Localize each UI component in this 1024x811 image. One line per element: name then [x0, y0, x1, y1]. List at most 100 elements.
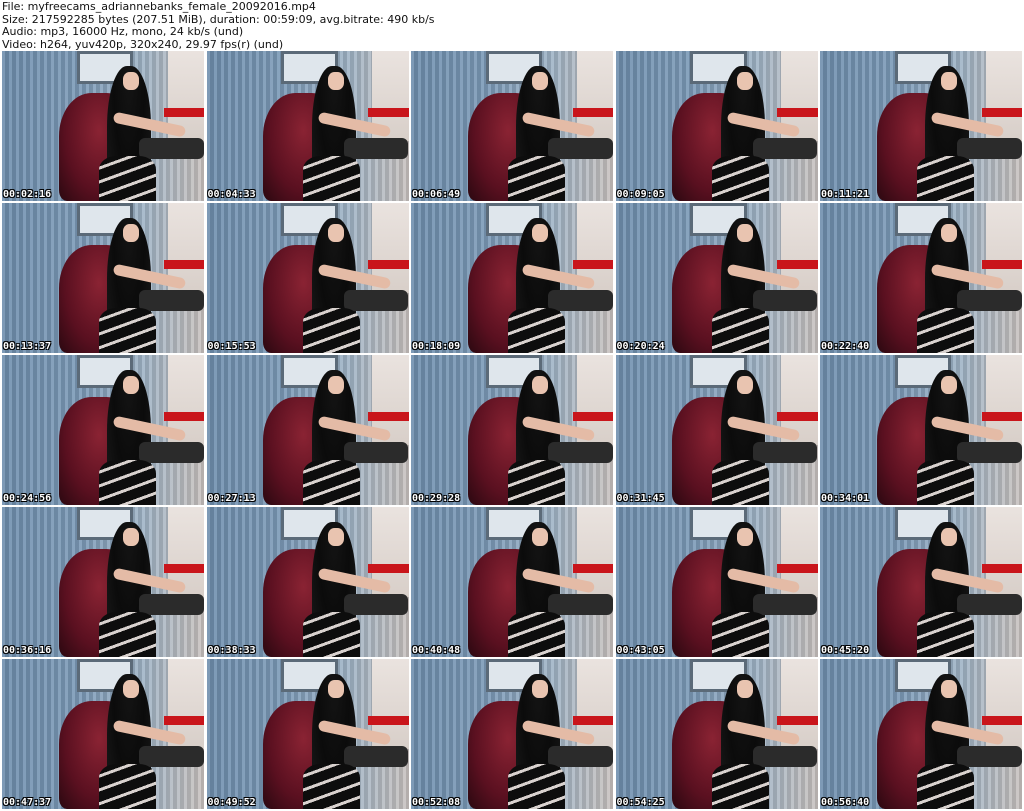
- thumbnail-timestamp: 00:52:08: [412, 797, 461, 808]
- thumbnail-legs: [712, 156, 769, 201]
- video-thumbnail: 00:11:21: [820, 51, 1022, 201]
- thumbnail-face: [532, 72, 549, 90]
- thumbnail-lap: [957, 138, 1022, 159]
- thumbnail-redband: [777, 564, 818, 573]
- thumbnail-face: [736, 528, 753, 546]
- thumbnail-legs: [98, 460, 156, 505]
- thumbnail-timestamp: 00:43:05: [616, 645, 665, 656]
- thumbnail-face: [123, 224, 140, 242]
- thumbnail-timestamp: 00:06:49: [412, 189, 461, 200]
- video-thumbnail: 00:52:08: [411, 659, 613, 809]
- thumbnail-legs: [712, 612, 769, 657]
- video-thumbnail: 00:13:37: [2, 203, 204, 353]
- video-thumbnail: 00:06:49: [411, 51, 613, 201]
- thumbnail-redband: [163, 564, 204, 573]
- thumbnail-lap: [343, 594, 409, 615]
- thumbnail-timestamp: 00:11:21: [821, 189, 870, 200]
- thumbnail-redband: [572, 260, 613, 269]
- thumbnail-redband: [368, 716, 409, 725]
- video-thumbnail: 00:09:05: [615, 51, 818, 201]
- audio-info-line: Audio: mp3, 16000 Hz, mono, 24 kb/s (und…: [2, 25, 244, 38]
- thumbnail-legs: [916, 460, 974, 505]
- thumbnail-redband: [777, 260, 818, 269]
- thumbnail-face: [736, 376, 753, 394]
- thumbnail-face: [532, 680, 549, 698]
- video-thumbnail: 00:49:52: [206, 659, 409, 809]
- thumbnail-legs: [303, 460, 360, 505]
- thumbnail-redband: [981, 412, 1022, 421]
- thumbnail-timestamp: 00:29:28: [412, 493, 461, 504]
- thumbnail-face: [327, 680, 344, 698]
- thumbnail-lap: [548, 138, 613, 159]
- thumbnail-timestamp: 00:02:16: [3, 189, 52, 200]
- thumbnail-redband: [981, 716, 1022, 725]
- video-thumbnail: 00:27:13: [206, 355, 409, 505]
- video-info-line: Video: h264, yuv420p, 320x240, 29.97 fps…: [2, 37, 284, 51]
- thumbnail-lap: [139, 594, 204, 615]
- thumbnail-timestamp: 00:56:40: [821, 797, 870, 808]
- thumbnail-legs: [98, 308, 156, 353]
- video-thumbnail: 00:56:40: [820, 659, 1022, 809]
- thumbnail-timestamp: 00:09:05: [616, 189, 665, 200]
- thumbnail-redband: [981, 564, 1022, 573]
- thumbnail-lap: [548, 594, 613, 615]
- thumbnail-lap: [343, 442, 409, 463]
- thumbnail-lap: [957, 290, 1022, 311]
- video-thumbnail: 00:43:05: [615, 507, 818, 657]
- video-thumbnail: 00:54:25: [615, 659, 818, 809]
- thumbnail-lap: [752, 138, 818, 159]
- thumbnail-lap: [139, 442, 204, 463]
- thumbnail-timestamp: 00:36:16: [3, 645, 52, 656]
- thumbnail-timestamp: 00:38:33: [207, 645, 256, 656]
- thumbnail-face: [941, 72, 958, 90]
- thumbnail-legs: [712, 308, 769, 353]
- thumbnail-legs: [916, 612, 974, 657]
- thumbnail-timestamp: 00:45:20: [821, 645, 870, 656]
- thumbnail-legs: [916, 308, 974, 353]
- thumbnail-redband: [368, 260, 409, 269]
- thumbnail-face: [532, 528, 549, 546]
- thumbnail-face: [532, 224, 549, 242]
- video-thumbnail: 00:18:09: [411, 203, 613, 353]
- thumbnail-lap: [752, 746, 818, 767]
- video-thumbnail: 00:36:16: [2, 507, 204, 657]
- thumbnail-lap: [343, 138, 409, 159]
- thumbnail-lap: [139, 746, 204, 767]
- thumbnail-timestamp: 00:20:24: [616, 341, 665, 352]
- thumbnail-timestamp: 00:18:09: [412, 341, 461, 352]
- thumbnail-redband: [981, 260, 1022, 269]
- thumbnail-redband: [572, 564, 613, 573]
- file-info-header: File: myfreecams_adriannebanks_female_20…: [2, 0, 1022, 51]
- thumbnail-lap: [752, 442, 818, 463]
- thumbnail-face: [736, 224, 753, 242]
- thumbnail-legs: [98, 612, 156, 657]
- thumbnail-redband: [981, 108, 1022, 117]
- thumbnail-timestamp: 00:40:48: [412, 645, 461, 656]
- thumbnail-timestamp: 00:24:56: [3, 493, 52, 504]
- thumbnail-face: [327, 528, 344, 546]
- video-thumbnail: 00:15:53: [206, 203, 409, 353]
- thumbnail-face: [941, 528, 958, 546]
- thumbnail-face: [327, 224, 344, 242]
- video-thumbnail: 00:02:16: [2, 51, 204, 201]
- thumbnail-legs: [507, 308, 565, 353]
- thumbnail-timestamp: 00:04:33: [207, 189, 256, 200]
- thumbnail-legs: [712, 460, 769, 505]
- thumbnail-timestamp: 00:47:37: [3, 797, 52, 808]
- thumbnail-legs: [303, 156, 360, 201]
- thumbnail-lap: [343, 746, 409, 767]
- video-thumbnail: 00:04:33: [206, 51, 409, 201]
- thumbnail-legs: [507, 764, 565, 809]
- thumbnail-timestamp: 00:15:53: [207, 341, 256, 352]
- thumbnail-timestamp: 00:49:52: [207, 797, 256, 808]
- video-thumbnail: 00:45:20: [820, 507, 1022, 657]
- thumbnail-face: [123, 72, 140, 90]
- thumbnail-legs: [916, 764, 974, 809]
- video-thumbnail: 00:40:48: [411, 507, 613, 657]
- thumbnail-redband: [163, 108, 204, 117]
- thumbnail-face: [736, 72, 753, 90]
- thumbnail-redband: [163, 716, 204, 725]
- video-thumbnail: 00:47:37: [2, 659, 204, 809]
- thumbnail-legs: [303, 764, 360, 809]
- thumbnail-redband: [572, 716, 613, 725]
